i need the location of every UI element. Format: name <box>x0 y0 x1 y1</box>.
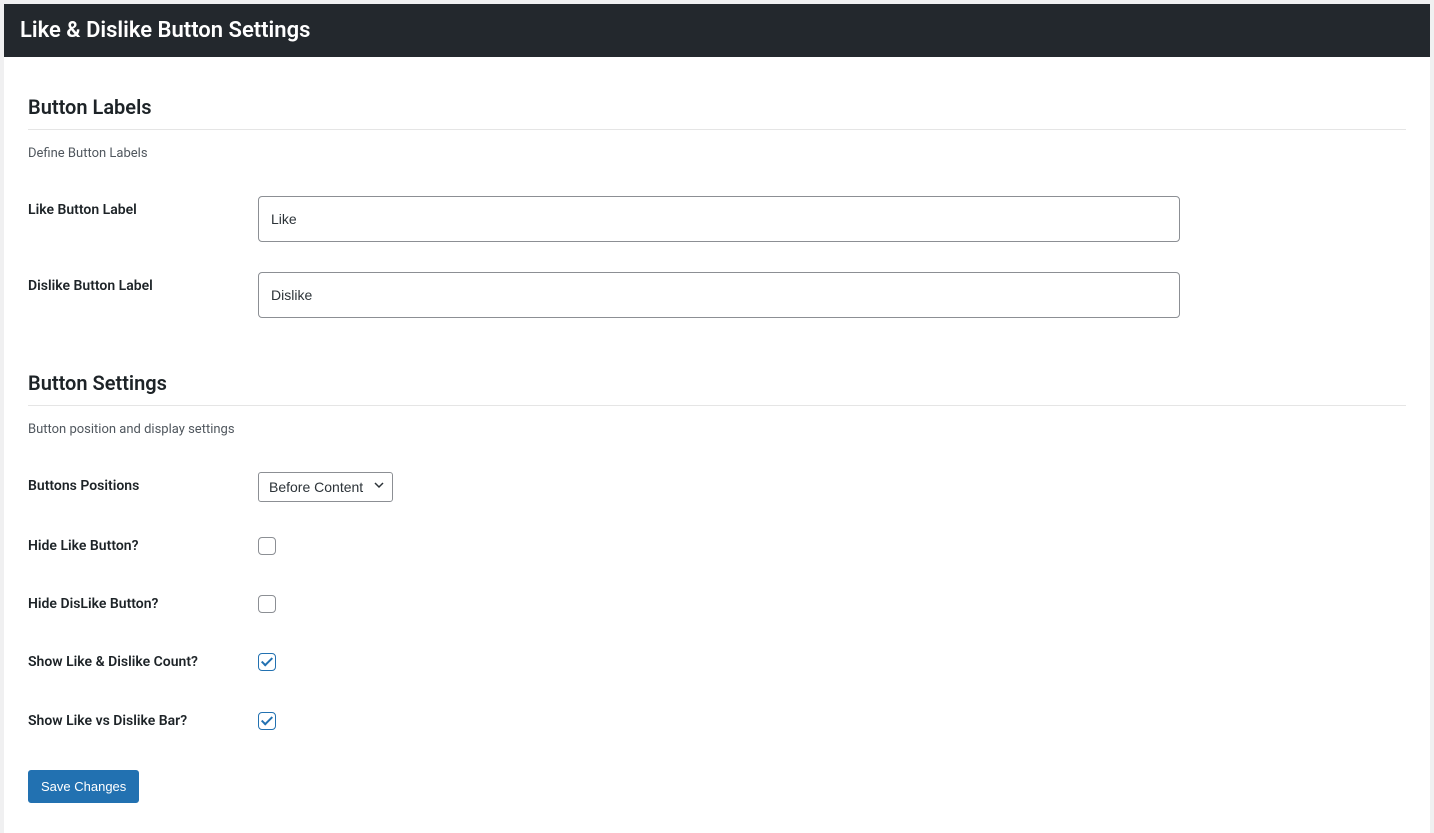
page-title: Like & Dislike Button Settings <box>20 18 1414 43</box>
content-area: Button Labels Define Button Labels Like … <box>4 95 1430 803</box>
hide-like-checkbox[interactable] <box>258 537 276 555</box>
submit-row: Save Changes <box>28 770 1406 804</box>
show-count-heading: Show Like & Dislike Count? <box>28 633 248 691</box>
page-wrapper: Like & Dislike Button Settings Button La… <box>4 4 1430 833</box>
hide-like-heading: Hide Like Button? <box>28 517 248 575</box>
dislike-label-input[interactable] <box>258 272 1180 318</box>
show-bar-heading: Show Like vs Dislike Bar? <box>28 692 248 750</box>
show-bar-checkbox[interactable] <box>258 712 276 730</box>
form-table-labels: Like Button Label Dislike Button Label <box>28 181 1406 333</box>
position-select-wrap: Before Content <box>258 472 393 502</box>
like-label-input[interactable] <box>258 196 1180 242</box>
hide-dislike-checkbox[interactable] <box>258 595 276 613</box>
form-table-settings: Buttons Positions Before Content <box>28 457 1406 750</box>
header-bar: Like & Dislike Button Settings <box>4 4 1430 57</box>
section-desc-labels: Define Button Labels <box>28 146 1406 161</box>
save-button[interactable]: Save Changes <box>28 770 139 804</box>
like-label-heading: Like Button Label <box>28 181 248 257</box>
show-count-checkbox[interactable] <box>258 653 276 671</box>
position-heading: Buttons Positions <box>28 457 248 517</box>
position-select[interactable]: Before Content <box>258 472 393 502</box>
section-title-labels: Button Labels <box>28 95 1406 130</box>
section-title-settings: Button Settings <box>28 371 1406 406</box>
dislike-label-heading: Dislike Button Label <box>28 257 248 333</box>
section-desc-settings: Button position and display settings <box>28 422 1406 437</box>
hide-dislike-heading: Hide DisLike Button? <box>28 575 248 633</box>
